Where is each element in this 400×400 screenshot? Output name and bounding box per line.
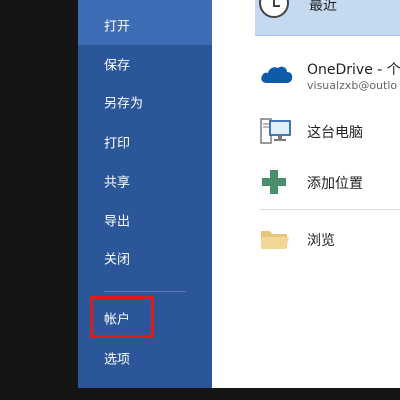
location-subtitle: visualzxb@outlo bbox=[307, 79, 398, 92]
plus-icon bbox=[259, 168, 289, 200]
locations-divider bbox=[260, 209, 400, 210]
location-recent-label: 最近 bbox=[309, 0, 337, 14]
sidebar-item-share[interactable]: 共享 bbox=[78, 161, 212, 201]
backstage-sidebar: 打开 保存 另存为 打印 共享 导出 关闭 帐户 选项 bbox=[78, 0, 212, 388]
location-onedrive[interactable]: OneDrive - 个 visualzxb@outlo bbox=[255, 56, 400, 96]
location-title: 浏览 bbox=[307, 233, 335, 249]
open-locations-panel: 最近 OneDrive - 个 visualzxb@outlo 这台电脑 添加位… bbox=[212, 0, 400, 388]
sidebar-item-export[interactable]: 导出 bbox=[78, 200, 212, 240]
location-this-pc[interactable]: 这台电脑 bbox=[255, 114, 400, 148]
cloud-icon bbox=[259, 62, 293, 90]
sidebar-item-label: 打开 bbox=[104, 19, 131, 35]
background-bottom bbox=[0, 388, 400, 400]
location-recent[interactable]: 最近 bbox=[255, 0, 400, 36]
sidebar-item-label: 共享 bbox=[104, 175, 131, 191]
sidebar-item-open[interactable]: 打开 bbox=[78, 5, 212, 45]
location-title: OneDrive - 个 bbox=[307, 62, 400, 78]
sidebar-item-label: 选项 bbox=[104, 352, 131, 368]
background-left bbox=[0, 0, 78, 400]
sidebar-item-close[interactable]: 关闭 bbox=[78, 238, 212, 278]
folder-icon bbox=[259, 226, 291, 256]
sidebar-item-save[interactable]: 保存 bbox=[78, 44, 212, 84]
sidebar-item-options[interactable]: 选项 bbox=[78, 338, 212, 378]
location-browse[interactable]: 浏览 bbox=[255, 222, 400, 256]
sidebar-item-save-as[interactable]: 另存为 bbox=[78, 82, 212, 122]
sidebar-item-label: 保存 bbox=[104, 58, 131, 74]
sidebar-item-account[interactable]: 帐户 bbox=[78, 298, 212, 338]
sidebar-item-label: 另存为 bbox=[104, 96, 144, 112]
location-title: 这台电脑 bbox=[307, 125, 363, 141]
sidebar-item-label: 打印 bbox=[104, 136, 131, 152]
location-add-place[interactable]: 添加位置 bbox=[255, 166, 400, 198]
clock-icon bbox=[259, 0, 289, 18]
sidebar-item-label: 导出 bbox=[104, 214, 131, 230]
sidebar-item-label: 关闭 bbox=[104, 252, 131, 268]
computer-icon bbox=[259, 116, 293, 150]
sidebar-item-print[interactable]: 打印 bbox=[78, 122, 212, 162]
sidebar-divider bbox=[104, 291, 186, 292]
location-title: 添加位置 bbox=[307, 176, 363, 192]
sidebar-item-label: 帐户 bbox=[104, 312, 131, 328]
